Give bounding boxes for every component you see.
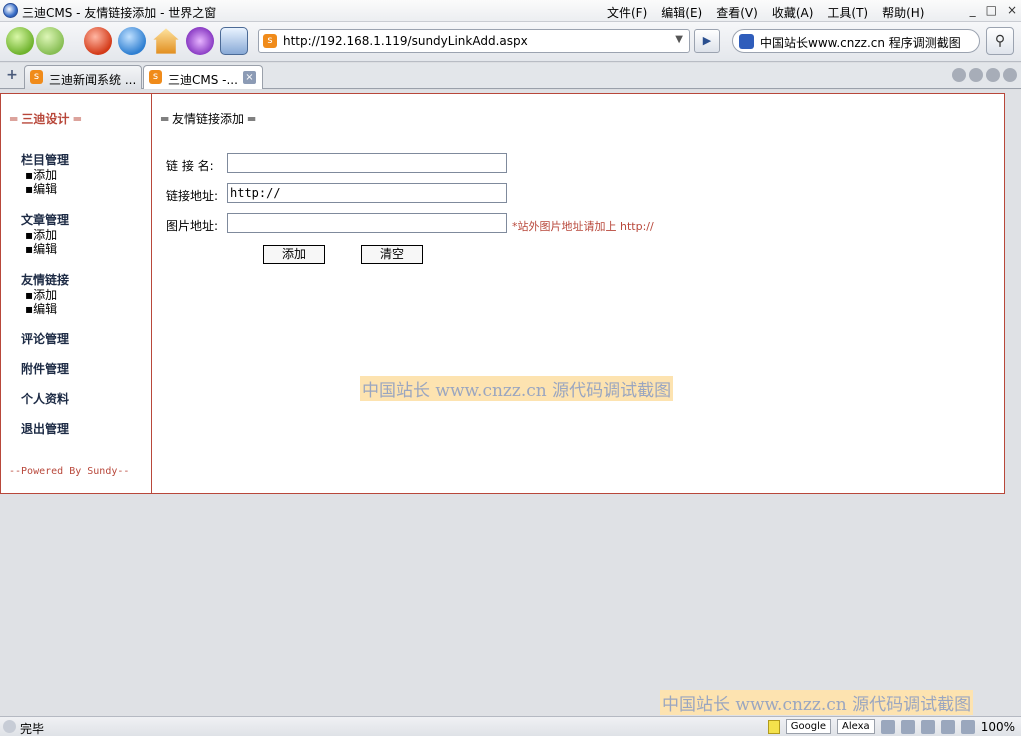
browser-globe-icon (3, 3, 18, 18)
tab-bar: + s 三迪新闻系统 ... s 三迪CMS -... × (0, 63, 1021, 89)
link-name-row: 链 接 名: (166, 153, 507, 174)
status-text: 完毕 (20, 722, 45, 736)
cms-frame: ═ 三迪设计 ═ 栏目管理 ▪添加 ▪编辑 文章管理 ▪添加 ▪编辑 友情链接 … (0, 93, 1005, 494)
stop-icon[interactable] (84, 27, 112, 55)
sidebar-group-links: 友情链接 ▪添加 ▪编辑 (21, 271, 69, 316)
compass-icon[interactable] (900, 719, 915, 734)
sidebar: ═ 三迪设计 ═ 栏目管理 ▪添加 ▪编辑 文章管理 ▪添加 ▪编辑 友情链接 … (1, 94, 152, 493)
favorites-icon[interactable] (186, 27, 214, 55)
image-url-input[interactable] (227, 213, 507, 233)
tab-close-all-icon[interactable] (1003, 68, 1017, 82)
tab-favicon-icon: s (30, 70, 43, 84)
refresh-icon[interactable] (118, 27, 146, 55)
image-url-row: 图片地址: (166, 213, 507, 234)
tab-list-icon[interactable] (952, 68, 966, 82)
add-button[interactable]: 添加 (263, 245, 325, 264)
sidebar-item-add[interactable]: ▪添加 (21, 228, 69, 242)
image-url-hint: *站外图片地址请加上 http:// (512, 220, 654, 233)
sidebar-item-edit[interactable]: ▪编辑 (21, 182, 69, 196)
close-tab-icon[interactable]: × (243, 71, 256, 84)
watermark-bottom: 中国站长 www.cnzz.cn 源代码调试截图 (660, 690, 974, 715)
page-title: ═ 友情链接添加 ═ (161, 112, 256, 126)
ad-filter-icon[interactable] (960, 719, 975, 734)
go-button[interactable]: ▶ (694, 29, 720, 53)
search-text[interactable]: 中国站长www.cnzz.cn 程序调测截图 (760, 34, 961, 51)
window-title: 三迪CMS - 友情链接添加 - 世界之窗 (22, 6, 217, 20)
link-url-input[interactable] (227, 183, 507, 203)
minimize-button[interactable]: _ (970, 3, 976, 17)
history-book-icon[interactable] (220, 27, 248, 55)
powered-by-text: --Powered By Sundy-- (9, 466, 130, 477)
status-bar: 完毕 Google Alexa 100% (0, 716, 1021, 736)
sidebar-item-edit[interactable]: ▪编辑 (21, 242, 69, 256)
sidebar-group-column: 栏目管理 ▪添加 ▪编辑 (21, 151, 69, 196)
sidebar-group-logout: 退出管理 (21, 420, 69, 437)
status-globe-icon (3, 720, 16, 733)
menu-file[interactable]: 文件(F) (607, 4, 647, 21)
tab-prev-icon[interactable] (969, 68, 983, 82)
site-favicon-icon: s (263, 34, 277, 48)
watermark-center: 中国站长 www.cnzz.cn 源代码调试截图 (360, 376, 674, 401)
link-url-label: 链接地址: (166, 189, 219, 203)
tab-cms-active[interactable]: s 三迪CMS -... × (143, 65, 263, 89)
clear-button[interactable]: 清空 (361, 245, 423, 264)
window-controls: _ □ × (970, 3, 1017, 17)
sidebar-group-comments: 评论管理 (21, 330, 69, 347)
image-url-label: 图片地址: (166, 219, 219, 233)
address-bar[interactable]: s http://192.168.1.119/sundyLinkAdd.aspx… (258, 29, 690, 53)
sidebar-group-title: 栏目管理 (21, 153, 70, 167)
menu-bar: 文件(F) 编辑(E) 查看(V) 收藏(A) 工具(T) 帮助(H) (607, 4, 924, 21)
search-box[interactable]: 中国站长www.cnzz.cn 程序调测截图 (732, 29, 980, 53)
menu-help[interactable]: 帮助(H) (882, 4, 924, 21)
download-icon[interactable] (920, 719, 935, 734)
link-name-label: 链 接 名: (166, 159, 214, 173)
link-name-input[interactable] (227, 153, 507, 173)
sound-icon[interactable] (940, 719, 955, 734)
sidebar-item-add[interactable]: ▪添加 (21, 168, 69, 182)
link-url-row: 链接地址: (166, 183, 507, 204)
back-arrow-icon[interactable] (6, 27, 34, 55)
tab-label: 三迪新闻系统 ... (49, 73, 137, 87)
menu-favorites[interactable]: 收藏(A) (772, 4, 814, 21)
tab-navigation (952, 68, 1017, 82)
zoom-level[interactable]: 100% (981, 720, 1015, 734)
status-tools: Google Alexa 100% (767, 719, 1015, 734)
tab-next-icon[interactable] (986, 68, 1000, 82)
forward-arrow-icon[interactable] (36, 27, 64, 55)
search-icon[interactable]: ⚲ (986, 27, 1014, 55)
notes-icon[interactable] (767, 719, 780, 734)
sidebar-item-comments[interactable]: 评论管理 (21, 330, 69, 347)
main-panel: ═ 友情链接添加 ═ 链 接 名: 链接地址: 图片地址: *站外图片地址请加上… (153, 94, 1004, 493)
google-toolbar-button[interactable]: Google (785, 719, 832, 734)
close-window-button[interactable]: × (1007, 3, 1017, 17)
sidebar-group-article: 文章管理 ▪添加 ▪编辑 (21, 211, 69, 256)
sidebar-title: ═ 三迪设计 ═ (10, 112, 81, 126)
menu-view[interactable]: 查看(V) (716, 4, 758, 21)
address-url[interactable]: http://192.168.1.119/sundyLinkAdd.aspx (283, 34, 528, 48)
navigation-toolbar: s http://192.168.1.119/sundyLinkAdd.aspx… (0, 22, 1021, 62)
sidebar-group-title: 文章管理 (21, 213, 70, 227)
home-icon[interactable] (153, 28, 179, 54)
page-viewport: ═ 三迪设计 ═ 栏目管理 ▪添加 ▪编辑 文章管理 ▪添加 ▪编辑 友情链接 … (0, 90, 1021, 716)
menu-edit[interactable]: 编辑(E) (661, 4, 702, 21)
search-engine-icon[interactable] (739, 34, 754, 49)
sidebar-item-add[interactable]: ▪添加 (21, 288, 69, 302)
new-tab-button[interactable]: + (2, 66, 22, 86)
tab-favicon-icon: s (149, 70, 162, 84)
tab-label: 三迪CMS -... (168, 73, 238, 87)
sidebar-item-attachments[interactable]: 附件管理 (21, 360, 69, 377)
address-dropdown-icon[interactable]: ▼ (675, 34, 683, 45)
alexa-toolbar-button[interactable]: Alexa (837, 719, 875, 734)
sidebar-item-logout[interactable]: 退出管理 (21, 420, 69, 437)
sidebar-item-profile[interactable]: 个人资料 (21, 390, 69, 407)
sidebar-group-profile: 个人资料 (21, 390, 69, 407)
tab-news-system[interactable]: s 三迪新闻系统 ... (24, 65, 142, 89)
sidebar-item-edit[interactable]: ▪编辑 (21, 302, 69, 316)
menu-tools[interactable]: 工具(T) (827, 4, 868, 21)
sidebar-group-attachments: 附件管理 (21, 360, 69, 377)
maximize-button[interactable]: □ (986, 3, 997, 17)
sidebar-group-title: 友情链接 (21, 273, 70, 287)
title-bar: 三迪CMS - 友情链接添加 - 世界之窗 文件(F) 编辑(E) 查看(V) … (0, 0, 1021, 22)
screenshot-icon[interactable] (880, 719, 895, 734)
